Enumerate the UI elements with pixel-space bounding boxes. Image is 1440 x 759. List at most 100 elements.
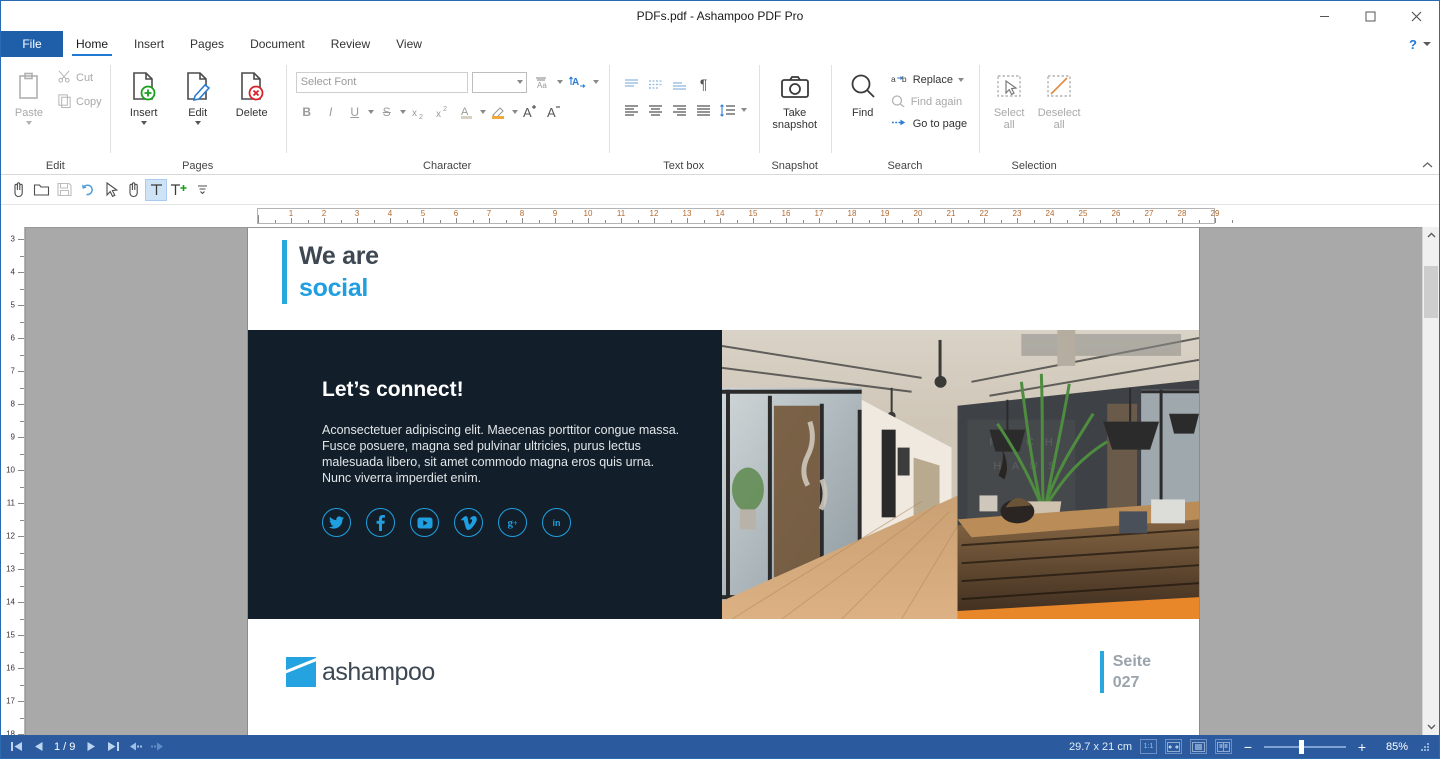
tab-document[interactable]: Document (237, 31, 318, 57)
pdf-page[interactable]: We are social Let’s connect! Aconsectetu… (248, 228, 1199, 735)
next-page-icon[interactable] (80, 736, 102, 757)
chevron-down-icon[interactable] (1423, 42, 1431, 46)
align-top-icon[interactable] (621, 73, 643, 95)
tab-review[interactable]: Review (318, 31, 383, 57)
italic-icon[interactable]: I (320, 101, 342, 123)
next-view-icon[interactable] (146, 736, 168, 757)
line-spacing-icon[interactable] (717, 99, 739, 121)
edit-page-button[interactable]: Edit (174, 63, 222, 125)
tab-file[interactable]: File (1, 31, 63, 57)
vertical-scrollbar[interactable] (1422, 227, 1439, 735)
document-viewport[interactable]: We are social Let’s connect! Aconsectetu… (25, 227, 1422, 735)
scrollbar-track[interactable] (1423, 244, 1439, 718)
linkedin-icon[interactable]: in (542, 508, 571, 537)
select-all-button[interactable]: Select all (985, 63, 1033, 131)
justify-icon[interactable] (693, 99, 715, 121)
align-left-icon[interactable] (621, 99, 643, 121)
find-button[interactable]: Find (839, 63, 887, 119)
chevron-down-icon[interactable] (368, 110, 374, 114)
text-direction-icon[interactable]: A (567, 71, 589, 93)
pan-hand-icon[interactable] (122, 179, 144, 201)
decrease-font-icon[interactable]: A (544, 101, 566, 123)
tab-view[interactable]: View (383, 31, 435, 57)
highlight-color-icon[interactable] (488, 101, 510, 123)
chevron-down-icon[interactable] (512, 110, 518, 114)
chevron-down-icon[interactable] (26, 121, 32, 125)
subscript-icon[interactable]: x 2 (408, 101, 430, 123)
zoom-slider-handle[interactable] (1299, 740, 1304, 754)
tab-insert[interactable]: Insert (121, 31, 177, 57)
hand-pointer-icon[interactable] (7, 179, 29, 201)
continuous-page-icon[interactable] (1215, 739, 1232, 754)
bold-icon[interactable]: B (296, 101, 318, 123)
close-icon[interactable] (1393, 1, 1439, 31)
single-page-icon[interactable] (1190, 739, 1207, 754)
scrollbar-thumb[interactable] (1424, 266, 1438, 318)
chevron-down-icon[interactable] (593, 80, 599, 84)
chevron-down-icon[interactable] (400, 110, 406, 114)
zoom-slider[interactable] (1264, 739, 1346, 755)
scroll-up-icon[interactable] (1423, 227, 1439, 244)
google-plus-icon[interactable]: g+ (498, 508, 527, 537)
last-page-icon[interactable] (102, 736, 124, 757)
align-bottom-icon[interactable] (669, 73, 691, 95)
minimize-icon[interactable] (1301, 1, 1347, 31)
chevron-down-icon[interactable] (195, 121, 201, 125)
find-again-button[interactable]: Find again (887, 91, 971, 112)
twitter-icon[interactable] (322, 508, 351, 537)
first-page-icon[interactable] (5, 736, 27, 757)
text-tool-icon[interactable] (145, 179, 167, 201)
cut-button[interactable]: Cut (53, 67, 106, 89)
zoom-in-button[interactable]: + (1354, 739, 1370, 755)
go-to-page-button[interactable]: Go to page (887, 113, 971, 134)
actual-size-icon[interactable]: 1:1 (1140, 739, 1157, 754)
page-indicator[interactable]: 1 / 9 (49, 741, 80, 753)
fit-width-icon[interactable] (1165, 739, 1182, 754)
vimeo-icon[interactable] (454, 508, 483, 537)
horizontal-ruler[interactable]: 1234567891011121314151617181920212223242… (25, 205, 1439, 227)
take-snapshot-button[interactable]: Take snapshot (767, 63, 823, 131)
open-folder-icon[interactable] (30, 179, 52, 201)
save-icon[interactable] (53, 179, 75, 201)
tab-pages[interactable]: Pages (177, 31, 237, 57)
underline-icon[interactable]: U (344, 101, 366, 123)
facebook-icon[interactable] (366, 508, 395, 537)
pilcrow-icon[interactable]: ¶ (693, 73, 715, 95)
replace-button[interactable]: a b Replace (887, 69, 971, 90)
copy-button[interactable]: Copy (53, 91, 106, 113)
select-arrow-icon[interactable] (99, 179, 121, 201)
paste-button[interactable]: Paste (5, 63, 53, 125)
font-color-icon[interactable]: A (456, 101, 478, 123)
align-middle-icon[interactable] (645, 73, 667, 95)
increase-font-icon[interactable]: A (520, 101, 542, 123)
font-family-input[interactable]: Select Font (296, 72, 468, 93)
previous-view-icon[interactable] (124, 736, 146, 757)
tab-home[interactable]: Home (63, 31, 121, 57)
text-case-icon[interactable]: Aa (531, 71, 553, 93)
maximize-icon[interactable] (1347, 1, 1393, 31)
align-center-icon[interactable] (645, 99, 667, 121)
chevron-down-icon[interactable] (141, 121, 147, 125)
youtube-icon[interactable] (410, 508, 439, 537)
font-size-input[interactable] (472, 72, 527, 93)
scroll-down-icon[interactable] (1423, 718, 1439, 735)
chevron-down-icon[interactable] (741, 108, 747, 112)
superscript-icon[interactable]: x 2 (432, 101, 454, 123)
delete-page-button[interactable]: Delete (228, 63, 276, 119)
previous-page-icon[interactable] (27, 736, 49, 757)
chevron-down-icon[interactable] (557, 80, 563, 84)
more-tools-icon[interactable] (191, 179, 213, 201)
deselect-all-button[interactable]: Deselect all (1035, 63, 1083, 131)
insert-page-button[interactable]: Insert (120, 63, 168, 125)
zoom-out-button[interactable]: − (1240, 739, 1256, 755)
chevron-down-icon[interactable] (958, 78, 964, 82)
collapse-ribbon-icon[interactable] (1422, 161, 1433, 172)
strikethrough-icon[interactable]: S (376, 101, 398, 123)
add-text-icon[interactable] (168, 179, 190, 201)
align-right-icon[interactable] (669, 99, 691, 121)
chevron-down-icon[interactable] (480, 110, 486, 114)
resize-grip-icon[interactable] (1416, 740, 1431, 754)
undo-icon[interactable] (76, 179, 98, 201)
help-icon[interactable]: ? (1409, 37, 1417, 52)
vertical-ruler[interactable]: 3456789101112131415161718 (1, 227, 25, 735)
